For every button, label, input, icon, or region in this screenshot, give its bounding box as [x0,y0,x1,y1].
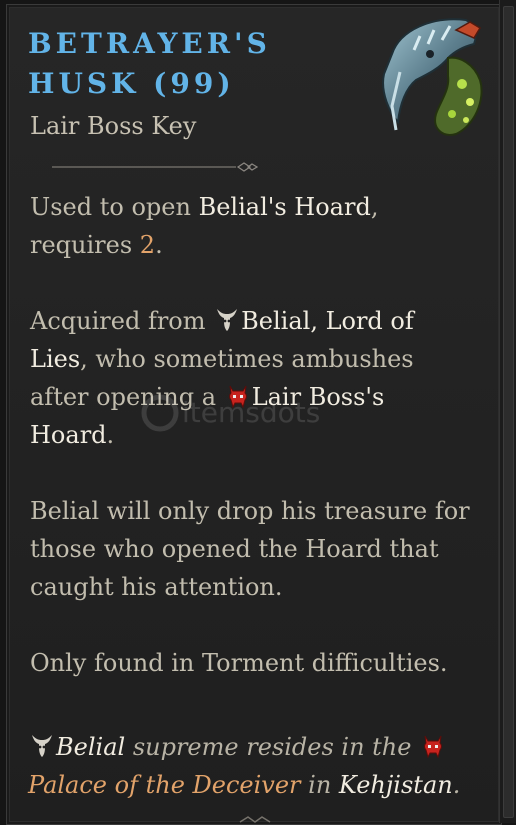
location-name[interactable]: Palace of the Deceiver [28,771,301,799]
item-type: Lair Boss Key [30,112,197,140]
horned-skull-icon [217,309,238,331]
location-footer: Belial supreme resides in the Palace of … [28,728,468,804]
item-title-line2: HUSK (99) [28,67,235,100]
usage-prefix: Used to open [30,193,199,221]
watermark-text: itemsdots [182,396,320,429]
footer-in: in [300,771,339,799]
footer-suffix: . [452,771,461,799]
scrollbar-thumb[interactable] [503,6,514,818]
usage-text: Used to open Belial's Hoard, requires 2. [30,188,470,264]
belials-hoard-link[interactable]: Belial's Hoard [199,193,371,221]
item-title-line1: BETRAYER'S [28,27,271,60]
betrayers-husk-icon [382,18,483,136]
acquired-prefix: Acquired from [30,307,214,335]
usage-suffix: . [155,231,163,259]
footer-boss-name[interactable]: Belial [56,733,125,761]
item-title: BETRAYER'S HUSK (99) [28,24,271,104]
drop-note: Belial will only drop his treasure for t… [30,497,470,601]
bottom-ornament [239,816,271,823]
footer-mid: supreme resides in the [125,733,420,761]
region-name[interactable]: Kehjistan [339,771,453,799]
red-demon-icon [424,735,443,759]
horned-skull-icon [32,735,52,757]
required-count: 2 [139,231,156,259]
title-divider [52,162,258,172]
scrollbar[interactable] [499,0,516,823]
acquired-suffix: . [106,421,115,449]
difficulty-note: Only found in Torment difficulties. [30,649,448,677]
watermark-logo: itemsdots [141,394,320,432]
